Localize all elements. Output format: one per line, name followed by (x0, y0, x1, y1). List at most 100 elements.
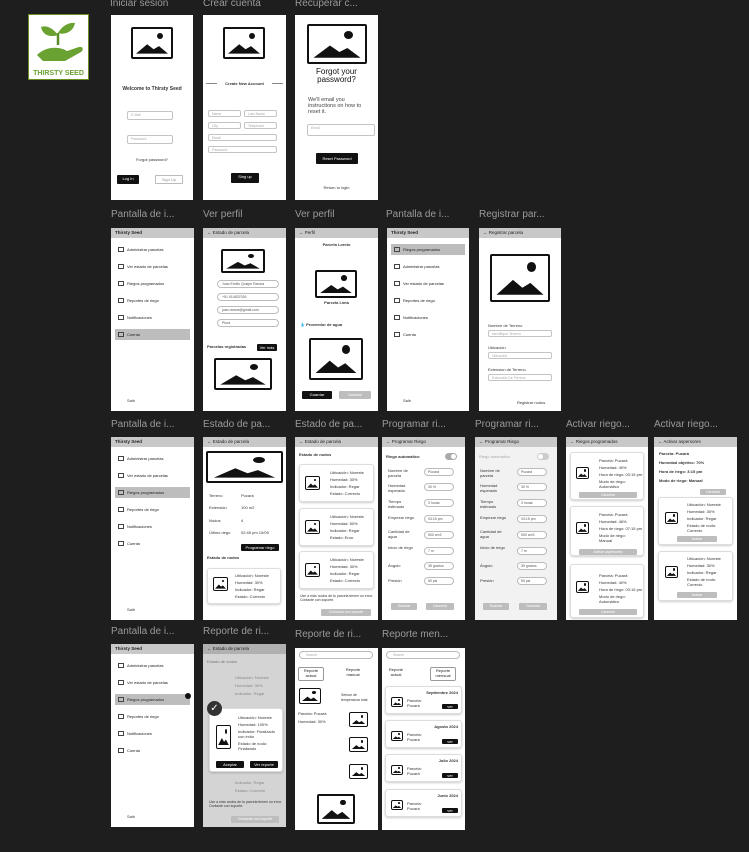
email-field[interactable]: E-Mail (127, 111, 173, 120)
city-field[interactable]: City (208, 122, 241, 129)
activate-sprinklers-button[interactable]: Activar aspersores (579, 549, 637, 555)
menu-item-riegos[interactable]: Riegos programados (115, 278, 190, 289)
field-value[interactable]: Pucará (517, 468, 547, 476)
program-irrigation-button[interactable]: Programar riego (241, 544, 279, 551)
exit-link[interactable]: Salir (127, 398, 135, 403)
node-card[interactable]: Ubicación: Noreste Humedad: 30% Indicado… (658, 497, 733, 545)
monthly-report-card[interactable]: Agosto 2024 Parcela: Pucará ver (385, 720, 462, 748)
forgot-password-link[interactable]: Forgot password? (111, 157, 193, 162)
field-value[interactable]: 35 grados (517, 562, 547, 570)
tab-manual[interactable]: Reporte manual (340, 667, 366, 681)
field-value[interactable]: Pucará (424, 468, 454, 476)
irrigation-card[interactable]: Parcela: Pucará Humedad: 40% Hora de rie… (570, 452, 644, 500)
email-field[interactable]: Email (208, 134, 277, 141)
node-card[interactable]: Ubicación: Noreste Humedad: 30% Indicado… (299, 464, 374, 502)
field-value[interactable]: 7 m (424, 547, 454, 555)
activate-button[interactable]: Activar (677, 536, 717, 542)
menu-item-reportes[interactable]: Reportes de riego (115, 295, 190, 306)
menu-item-notificaciones[interactable]: Notificaciones (115, 521, 190, 532)
menu-item-reportes[interactable]: Reportes de riego (115, 711, 190, 722)
menu-item-estado[interactable]: Ver estado de parcelas (115, 677, 190, 688)
tab-actual[interactable]: Reporte actual (384, 667, 408, 681)
monthly-report-card[interactable]: Septiembre 2024 Parcela: Pucará ver (385, 686, 462, 714)
signup-button[interactable]: Sign Up (155, 175, 183, 184)
menu-item-administrar[interactable]: Administrar parcelas (115, 244, 190, 255)
report-modal[interactable]: ✓ Ubicación: Noreste Humedad: 100% Indic… (207, 701, 283, 772)
field-value[interactable]: 50 psi (424, 577, 454, 585)
menu-item-riegos[interactable]: Riegos programados (115, 694, 190, 705)
menu-item-riegos[interactable]: Riegos programados (391, 244, 465, 255)
exit-link[interactable]: Salir (127, 814, 135, 819)
field-value[interactable]: 50 psi (517, 577, 547, 585)
reset-password-button[interactable]: Reset Password (316, 153, 358, 164)
menu-item-cuenta[interactable]: Cuenta (391, 329, 465, 340)
field-value[interactable]: 30 % (424, 483, 454, 491)
password-field[interactable]: Password (127, 135, 173, 144)
signup-button[interactable]: Sing up (231, 173, 259, 183)
menu-item-riegos[interactable]: Riegos programados (115, 487, 190, 498)
login-button[interactable]: Log In (117, 175, 139, 184)
menu-item-estado[interactable]: Ver estado de parcelas (115, 261, 190, 272)
field-value[interactable]: 7 m (517, 547, 547, 555)
field-value[interactable]: 03:15 pm (517, 515, 547, 523)
register-nodes-link[interactable]: Registrar nodos (517, 400, 545, 405)
tab-actual[interactable]: Reporte actual (298, 667, 324, 681)
field-value[interactable]: 3 horas (424, 499, 454, 507)
monthly-report-card[interactable]: Junio 2024 Parcela: Pucará ver (385, 789, 462, 817)
node-card[interactable]: Ubicación: Noreste Humedad: 30% Indicado… (299, 551, 374, 589)
menu-item-administrar[interactable]: Administrar parcelas (115, 660, 190, 671)
contact-support-button[interactable]: Contactar con soporte (321, 609, 371, 616)
view-button[interactable]: ver (442, 704, 458, 709)
cancel-button[interactable]: Cancelar (339, 391, 371, 399)
view-button[interactable]: ver (442, 739, 458, 744)
menu-item-notificaciones[interactable]: Notificaciones (115, 728, 190, 739)
menu-item-reportes[interactable]: Reportes de riego (391, 295, 465, 306)
field-value[interactable]: 3 horas (517, 499, 547, 507)
field-value[interactable]: 03:15 pm (424, 515, 454, 523)
extension-field[interactable]: Extensión De Terreno (488, 374, 552, 381)
menu-item-notificaciones[interactable]: Notificaciones (115, 312, 190, 323)
auto-irrigation-toggle[interactable] (537, 453, 549, 460)
email-field[interactable]: Email (307, 124, 375, 136)
return-to-login-link[interactable]: Return to login (295, 185, 378, 190)
menu-item-estado[interactable]: Ver estado de parcelas (391, 278, 465, 289)
auto-irrigation-toggle[interactable] (445, 453, 457, 460)
telephone-field[interactable]: Telephone (244, 122, 277, 129)
password-field[interactable]: Password (208, 146, 277, 153)
irrigation-card[interactable]: Parcela: Pucará Humedad: 40% Hora de rie… (570, 564, 644, 618)
exit-link[interactable]: Salir (127, 607, 135, 612)
save-button[interactable]: Guardar (302, 391, 332, 399)
view-button[interactable]: ver (442, 808, 458, 813)
exit-link[interactable]: Salir (403, 398, 411, 403)
cancel-button[interactable]: Cancelar (700, 489, 726, 495)
see-more-button[interactable]: Ver más (257, 344, 277, 351)
irrigation-card[interactable]: Parcela: Pucará Humedad: 46% Hora de rie… (570, 506, 644, 556)
accept-button[interactable]: Aceptar (216, 761, 244, 768)
tab-monthly[interactable]: Reporte mensual (430, 667, 456, 681)
activate-button[interactable]: Activar (677, 592, 717, 598)
cancel-button[interactable]: Cancelar (519, 603, 547, 610)
parcel-name-field[interactable]: Identifique Terreno (488, 330, 552, 337)
field-value[interactable]: 35 grados (424, 562, 454, 570)
node-card[interactable]: Ubicación: Noreste Humedad: 30% Indicado… (207, 568, 281, 604)
save-button[interactable]: Guardar (483, 603, 509, 610)
menu-item-cuenta[interactable]: Cuenta (115, 745, 190, 756)
cancel-button[interactable]: Cancelar (579, 609, 637, 615)
name-field[interactable]: Name (208, 110, 241, 117)
menu-item-reportes[interactable]: Reportes de riego (115, 504, 190, 515)
contact-support-button[interactable]: Contactar con soporte (231, 816, 279, 823)
view-report-button[interactable]: Ver reporte (250, 761, 278, 768)
field-value[interactable]: 500 cm3 (424, 531, 454, 539)
search-input[interactable]: Search (299, 651, 373, 659)
save-button[interactable]: Guardar (391, 603, 417, 610)
menu-item-administrar[interactable]: Administrar parcelas (391, 261, 465, 272)
menu-item-administrar[interactable]: Administrar parcelas (115, 453, 190, 464)
menu-item-cuenta[interactable]: Cuenta (115, 538, 190, 549)
cancel-button[interactable]: Cancelar (426, 603, 454, 610)
menu-item-notificaciones[interactable]: Notificaciones (391, 312, 465, 323)
view-button[interactable]: ver (442, 773, 458, 778)
field-value[interactable]: 30 % (517, 483, 547, 491)
last-name-field[interactable]: Last Name (244, 110, 277, 117)
location-field[interactable]: Ubicación (488, 352, 552, 359)
menu-item-estado[interactable]: Ver estado de parcelas (115, 470, 190, 481)
